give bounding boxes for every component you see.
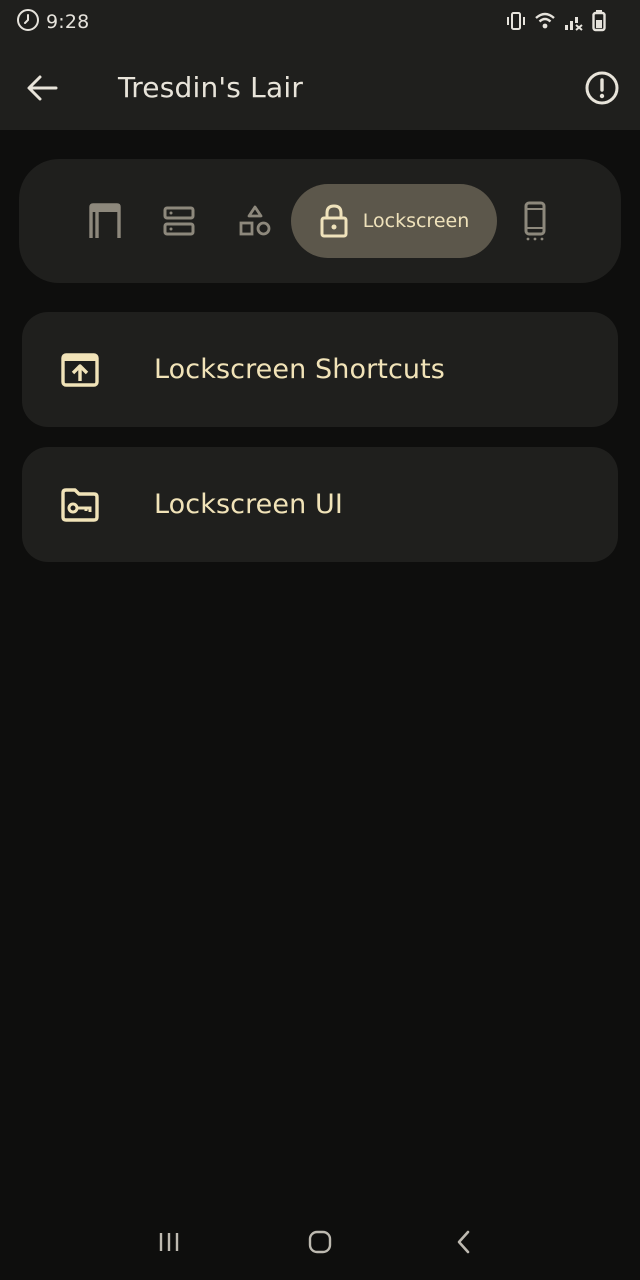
lock-icon	[320, 204, 348, 238]
back-button[interactable]	[22, 68, 62, 108]
tab-shapes[interactable]	[225, 184, 285, 258]
open-in-app-icon	[60, 350, 100, 390]
vibrate-icon	[505, 11, 527, 35]
home-icon	[308, 1230, 332, 1254]
list-item-label: Lockscreen UI	[154, 489, 343, 520]
folder-key-icon	[60, 485, 100, 525]
back-nav-button[interactable]	[446, 1224, 482, 1260]
home-button[interactable]	[302, 1224, 338, 1260]
list-item-lockscreen-ui[interactable]: Lockscreen UI	[22, 447, 618, 562]
tab-server[interactable]	[149, 184, 209, 258]
wifi-icon	[534, 11, 556, 35]
list-item-lockscreen-shortcuts[interactable]: Lockscreen Shortcuts	[22, 312, 618, 427]
tab-phone[interactable]	[505, 184, 565, 258]
recent-apps-button[interactable]	[151, 1224, 187, 1260]
shapes-icon	[239, 205, 271, 236]
category-tab-strip: Lockscreen	[19, 159, 621, 283]
status-icons	[505, 10, 606, 36]
arrow-left-icon	[27, 75, 58, 101]
recents-icon	[159, 1233, 179, 1251]
status-left: 9:28	[16, 8, 89, 36]
page-title: Tresdin's Lair	[118, 71, 304, 104]
phone-icon	[524, 201, 546, 241]
server-icon	[163, 206, 195, 236]
tab-window[interactable]	[75, 184, 135, 258]
status-bar: 9:28	[0, 0, 640, 44]
screen: 9:28 Tresdin's Lair Lockscreen Lockscree…	[0, 0, 640, 1280]
list-item-label: Lockscreen Shortcuts	[154, 354, 445, 385]
alert-circle-icon	[585, 71, 619, 105]
signal-icon	[563, 11, 585, 35]
info-button[interactable]	[584, 70, 620, 106]
chevron-left-icon	[457, 1230, 470, 1254]
navigation-bar	[0, 1204, 640, 1280]
app-bar: Tresdin's Lair	[0, 44, 640, 130]
battery-icon	[592, 10, 606, 36]
tab-label: Lockscreen	[362, 210, 470, 232]
status-time: 9:28	[46, 11, 90, 33]
timer-icon	[16, 8, 40, 36]
window-icon	[89, 203, 121, 238]
tab-lockscreen[interactable]: Lockscreen	[291, 184, 497, 258]
